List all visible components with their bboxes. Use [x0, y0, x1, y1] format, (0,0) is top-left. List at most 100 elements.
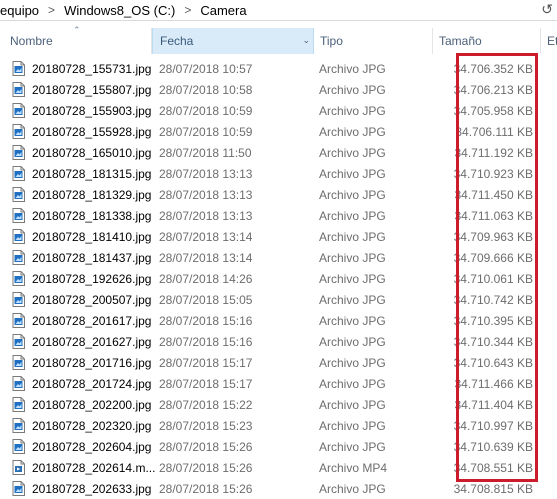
jpg-file-icon — [12, 376, 25, 391]
file-name[interactable]: 20180728_155928.jpg — [32, 125, 151, 139]
file-list: 20180728_155731.jpg 28/07/2018 10:57 Archi… — [0, 58, 557, 499]
file-type: Archivo JPG — [319, 356, 386, 370]
file-name[interactable]: 20180728_181338.jpg — [32, 209, 151, 223]
jpg-file-icon — [12, 103, 25, 118]
jpg-file-icon — [12, 292, 25, 307]
table-row[interactable]: 20180728_155731.jpg 28/07/2018 10:57 Archi… — [0, 58, 557, 79]
file-date: 28/07/2018 15:17 — [159, 356, 253, 370]
table-row[interactable]: 20180728_202200.jpg 28/07/2018 15:22 Archi… — [0, 394, 557, 415]
column-header-etiquetas[interactable]: Et — [541, 28, 557, 54]
file-type: Archivo JPG — [319, 482, 386, 496]
breadcrumb-separator-icon[interactable]: > — [184, 3, 191, 17]
table-row[interactable]: 20180728_202633.jpg 28/07/2018 15:26 Archi… — [0, 478, 557, 499]
table-row[interactable]: 20180728_155903.jpg 28/07/2018 10:59 Archi… — [0, 100, 557, 121]
table-row[interactable]: 20180728_201627.jpg 28/07/2018 15:16 Archi… — [0, 331, 557, 352]
file-size: 34.705.958 KB — [453, 104, 533, 118]
table-row[interactable]: 20180728_181410.jpg 28/07/2018 13:14 Archi… — [0, 226, 557, 247]
table-row[interactable]: 20180728_155928.jpg 28/07/2018 10:59 Archi… — [0, 121, 557, 142]
column-header-tipo-label: Tipo — [320, 34, 343, 48]
table-row[interactable]: 20180728_202604.jpg 28/07/2018 15:26 Archi… — [0, 436, 557, 457]
table-row[interactable]: 20180728_201716.jpg 28/07/2018 15:17 Archi… — [0, 352, 557, 373]
file-type: Archivo JPG — [319, 419, 386, 433]
file-type: Archivo JPG — [319, 377, 386, 391]
jpg-file-icon — [12, 166, 25, 181]
column-header-tipo[interactable]: Tipo — [314, 28, 433, 54]
column-header-etiquetas-label: Et — [547, 34, 557, 48]
file-type: Archivo JPG — [319, 398, 386, 412]
breadcrumb-separator-icon[interactable]: > — [48, 3, 55, 17]
table-row[interactable]: 20180728_202614.m... 28/07/2018 15:26 Arch… — [0, 457, 557, 478]
file-type: Archivo JPG — [319, 125, 386, 139]
file-name[interactable]: 20180728_181315.jpg — [32, 167, 151, 181]
breadcrumb-camera[interactable]: Camera — [200, 3, 246, 18]
table-row[interactable]: 20180728_201617.jpg 28/07/2018 15:16 Archi… — [0, 310, 557, 331]
column-header-nombre-label: Nombre — [10, 34, 53, 48]
breadcrumb-drive[interactable]: Windows8_OS (C:) — [64, 3, 175, 18]
file-name[interactable]: 20180728_201716.jpg — [32, 356, 151, 370]
file-size: 34.709.963 KB — [453, 230, 533, 244]
jpg-file-icon — [12, 208, 25, 223]
file-size: 34.710.742 KB — [453, 293, 533, 307]
file-name[interactable]: 20180728_202633.jpg — [32, 482, 151, 496]
column-header-fecha[interactable]: Fecha ⌄ — [152, 28, 314, 54]
table-row[interactable]: 20180728_192626.jpg 28/07/2018 14:26 Archi… — [0, 268, 557, 289]
file-name[interactable]: 20180728_165010.jpg — [32, 146, 151, 160]
file-name[interactable]: 20180728_155903.jpg — [32, 104, 151, 118]
file-name[interactable]: 20180728_181329.jpg — [32, 188, 151, 202]
jpg-file-icon — [12, 418, 25, 433]
file-type: Archivo JPG — [319, 314, 386, 328]
table-row[interactable]: 20180728_155807.jpg 28/07/2018 10:58 Archi… — [0, 79, 557, 100]
jpg-file-icon — [12, 145, 25, 160]
file-date: 28/07/2018 15:23 — [159, 419, 253, 433]
file-type: Archivo JPG — [319, 188, 386, 202]
column-header-nombre[interactable]: ⌃ Nombre — [0, 25, 152, 54]
file-type: Archivo JPG — [319, 335, 386, 349]
table-row[interactable]: 20180728_181338.jpg 28/07/2018 13:13 Archi… — [0, 205, 557, 226]
table-row[interactable]: 20180728_181437.jpg 28/07/2018 13:14 Archi… — [0, 247, 557, 268]
file-name[interactable]: 20180728_201724.jpg — [32, 377, 151, 391]
file-name[interactable]: 20180728_192626.jpg — [32, 272, 151, 286]
file-name[interactable]: 20180728_155731.jpg — [32, 62, 151, 76]
file-date: 28/07/2018 10:58 — [159, 83, 253, 97]
file-name[interactable]: 20180728_181410.jpg — [32, 230, 151, 244]
file-size: 34.710.997 KB — [453, 419, 533, 433]
table-row[interactable]: 20180728_202320.jpg 28/07/2018 15:23 Archi… — [0, 415, 557, 436]
file-name[interactable]: 20180728_202604.jpg — [32, 440, 151, 454]
refresh-icon[interactable]: ↺ — [541, 1, 553, 18]
table-row[interactable]: 20180728_201724.jpg 28/07/2018 15:17 Archi… — [0, 373, 557, 394]
file-size: 34.711.192 KB — [454, 146, 533, 160]
table-row[interactable]: 20180728_200507.jpg 28/07/2018 15:05 Archi… — [0, 289, 557, 310]
file-size: 34.710.395 KB — [453, 314, 533, 328]
chevron-down-icon[interactable]: ⌄ — [302, 35, 310, 46]
file-name[interactable]: 20180728_202320.jpg — [32, 419, 151, 433]
file-date: 28/07/2018 10:59 — [159, 104, 253, 118]
file-type: Archivo JPG — [319, 272, 386, 286]
table-row[interactable]: 20180728_165010.jpg 28/07/2018 11:50 Archi… — [0, 142, 557, 163]
file-date: 28/07/2018 13:14 — [159, 230, 253, 244]
breadcrumb-equipo[interactable]: equipo — [0, 3, 39, 18]
file-size: 34.711.450 KB — [454, 188, 533, 202]
file-name[interactable]: 20180728_201627.jpg — [32, 335, 151, 349]
file-date: 28/07/2018 15:26 — [159, 440, 253, 454]
file-date: 28/07/2018 15:22 — [159, 398, 253, 412]
table-row[interactable]: 20180728_181329.jpg 28/07/2018 13:13 Archi… — [0, 184, 557, 205]
file-name[interactable]: 20180728_202200.jpg — [32, 398, 151, 412]
file-date: 28/07/2018 15:16 — [159, 335, 253, 349]
column-header-tamano[interactable]: Tamaño — [433, 28, 541, 54]
address-bar[interactable]: equipo > Windows8_OS (C:) > Camera ↺ — [0, 0, 557, 21]
file-size: 34.706.213 KB — [453, 83, 533, 97]
file-type: Archivo JPG — [319, 293, 386, 307]
file-size: 34.708.815 KB — [453, 482, 533, 496]
file-name[interactable]: 20180728_181437.jpg — [32, 251, 151, 265]
table-row[interactable]: 20180728_181315.jpg 28/07/2018 13:13 Archi… — [0, 163, 557, 184]
jpg-file-icon — [12, 61, 25, 76]
file-name[interactable]: 20180728_200507.jpg — [32, 293, 151, 307]
file-name[interactable]: 20180728_155807.jpg — [32, 83, 151, 97]
file-name[interactable]: 20180728_202614.m... — [32, 461, 155, 475]
file-size: 34.706.352 KB — [453, 62, 533, 76]
file-name[interactable]: 20180728_201617.jpg — [32, 314, 151, 328]
file-size: 34.710.643 KB — [453, 356, 533, 370]
file-date: 28/07/2018 15:26 — [159, 482, 253, 496]
file-date: 28/07/2018 15:05 — [159, 293, 253, 307]
sort-ascending-icon: ⌃ — [73, 25, 81, 35]
